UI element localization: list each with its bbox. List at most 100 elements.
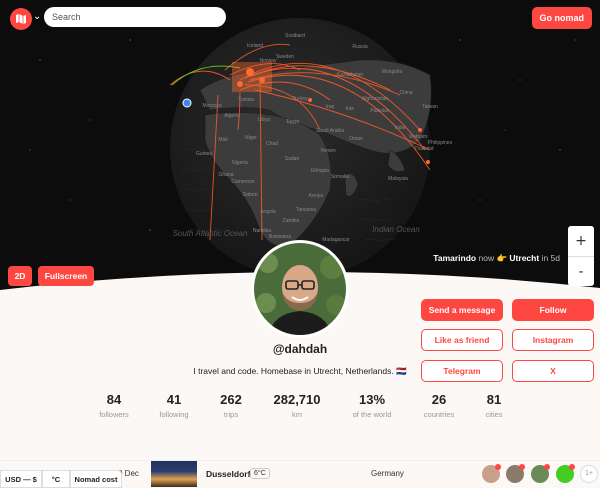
- label-botswana: Botswana: [269, 234, 291, 240]
- x-button[interactable]: X: [512, 360, 594, 382]
- label-pakistan: Pakistan: [370, 108, 389, 114]
- label-mongolia: Mongolia: [382, 69, 403, 75]
- label-kazakhstan: Kazakhstan: [337, 72, 363, 78]
- telegram-button[interactable]: Telegram: [421, 360, 503, 382]
- stat-value: 13%: [358, 392, 386, 407]
- online-dot: [495, 464, 501, 470]
- stat-km[interactable]: 282,710 km: [262, 392, 332, 419]
- instagram-button[interactable]: Instagram: [512, 329, 594, 351]
- view-2d-button[interactable]: 2D: [8, 266, 32, 286]
- label-malaysia: Malaysia: [388, 176, 408, 182]
- fullscreen-button[interactable]: Fullscreen: [38, 266, 94, 286]
- temperature-unit-toggle[interactable]: °C: [42, 470, 70, 488]
- label-tunisia: Tunisia: [238, 97, 254, 103]
- label-somalia: Somalia: [331, 174, 349, 180]
- label-zambia: Zambia: [283, 218, 300, 224]
- label-niger: Niger: [245, 135, 257, 141]
- label-ethiopia: Ethiopia: [311, 168, 329, 174]
- stat-trips[interactable]: 262 trips: [196, 392, 266, 419]
- label-guinea: Guinea: [196, 151, 212, 157]
- stat-value: 262: [220, 392, 242, 407]
- map-logo-icon: [16, 14, 26, 24]
- label-saudi: Saudi Arabia: [316, 128, 345, 134]
- trip-country: Germany: [371, 469, 404, 478]
- stat-label: of the world: [352, 410, 392, 419]
- status-eta: in 5d: [541, 253, 560, 263]
- label-ghana: Ghana: [218, 172, 233, 178]
- trip-city-photo: [151, 461, 197, 487]
- zoom-out-button[interactable]: -: [568, 256, 594, 286]
- label-cameroon: Cameroon: [231, 179, 255, 185]
- label-nigeria: Nigeria: [232, 160, 248, 166]
- profile-bio: I travel and code. Homebase in Utrecht, …: [193, 366, 407, 376]
- status-from-city: Tamarindo: [433, 253, 477, 263]
- label-libya: Libya: [258, 117, 270, 123]
- label-taiwan: Taiwan: [422, 104, 438, 110]
- trip-city: Dusseldorf: [206, 469, 251, 479]
- label-morocco: Morocco: [202, 103, 221, 109]
- traveler-avatar[interactable]: [531, 464, 550, 483]
- person-photo-icon: [254, 243, 346, 335]
- more-travelers[interactable]: 1+: [580, 465, 598, 483]
- label-iceland: Iceland: [247, 43, 263, 49]
- online-dot: [569, 464, 575, 470]
- label-svalbard: Svalbard: [285, 33, 305, 39]
- traveler-avatar[interactable]: [482, 464, 501, 483]
- label-indian-ocean: Indian Ocean: [372, 225, 420, 234]
- label-south-atlantic: South Atlantic Ocean: [173, 229, 248, 238]
- label-kenya: Kenya: [309, 193, 323, 199]
- label-iran: Iran: [346, 106, 355, 112]
- label-russia: Russia: [352, 44, 368, 50]
- traveler-avatar[interactable]: [556, 464, 575, 483]
- label-thailand: Thailand: [414, 146, 433, 152]
- label-turkey: Turkey: [292, 96, 308, 102]
- online-dot: [519, 464, 525, 470]
- profile-username: @dahdah: [272, 342, 328, 356]
- label-yemen: Yemen: [320, 148, 336, 154]
- trip-temperature: 6°C: [250, 468, 270, 479]
- label-china: China: [399, 90, 412, 96]
- stat-label: cities: [485, 410, 503, 419]
- stat-value: 282,710: [273, 392, 321, 407]
- label-angola: Angola: [260, 209, 276, 215]
- label-algeria: Algeria: [224, 113, 240, 119]
- current-location-marker[interactable]: [182, 98, 192, 108]
- status-now: now: [478, 253, 495, 263]
- stat-label: km: [292, 410, 302, 419]
- chevron-down-icon[interactable]: ⌄: [33, 11, 41, 22]
- label-sweden: Sweden: [276, 54, 294, 60]
- current-status: Tamarindo now 👉 Utrecht in 5d: [433, 253, 560, 264]
- label-iraq: Iraq: [326, 104, 335, 110]
- label-oman: Oman: [349, 136, 363, 142]
- stat-value: 81: [486, 392, 502, 407]
- pointing-icon: 👉: [496, 253, 508, 263]
- label-philippines: Philippines: [428, 140, 453, 146]
- nomads-logo[interactable]: [10, 8, 32, 30]
- search-input[interactable]: [44, 7, 226, 27]
- go-nomad-button[interactable]: Go nomad: [531, 7, 592, 29]
- stat-label: trips: [223, 410, 239, 419]
- online-dot: [544, 464, 550, 470]
- label-egypt: Egypt: [287, 119, 300, 125]
- traveler-avatar[interactable]: [506, 464, 525, 483]
- label-tanzania: Tanzania: [296, 207, 316, 213]
- label-sudan: Sudan: [285, 156, 300, 162]
- label-norway: Norway: [260, 58, 277, 64]
- status-to-city: Utrecht: [509, 253, 540, 263]
- label-afghanistan: Afghanistan: [362, 96, 389, 102]
- currency-selector[interactable]: USD — $: [0, 470, 42, 488]
- avatar-photo: [254, 243, 346, 335]
- send-message-button[interactable]: Send a message: [421, 299, 503, 321]
- follow-button[interactable]: Follow: [512, 299, 594, 321]
- label-gabon: Gabon: [242, 192, 257, 198]
- label-vietnam: Vietnam: [409, 134, 427, 140]
- label-madagascar: Madagascar: [322, 237, 350, 243]
- stat-cities[interactable]: 81 cities: [459, 392, 529, 419]
- nomad-cost-button[interactable]: Nomad cost: [70, 470, 122, 488]
- label-chad: Chad: [266, 141, 278, 147]
- label-india: India: [395, 125, 406, 131]
- avatar[interactable]: [251, 240, 349, 338]
- like-as-friend-button[interactable]: Like as friend: [421, 329, 503, 351]
- stat-world-percent[interactable]: 13% of the world: [337, 392, 407, 419]
- zoom-in-button[interactable]: +: [568, 226, 594, 256]
